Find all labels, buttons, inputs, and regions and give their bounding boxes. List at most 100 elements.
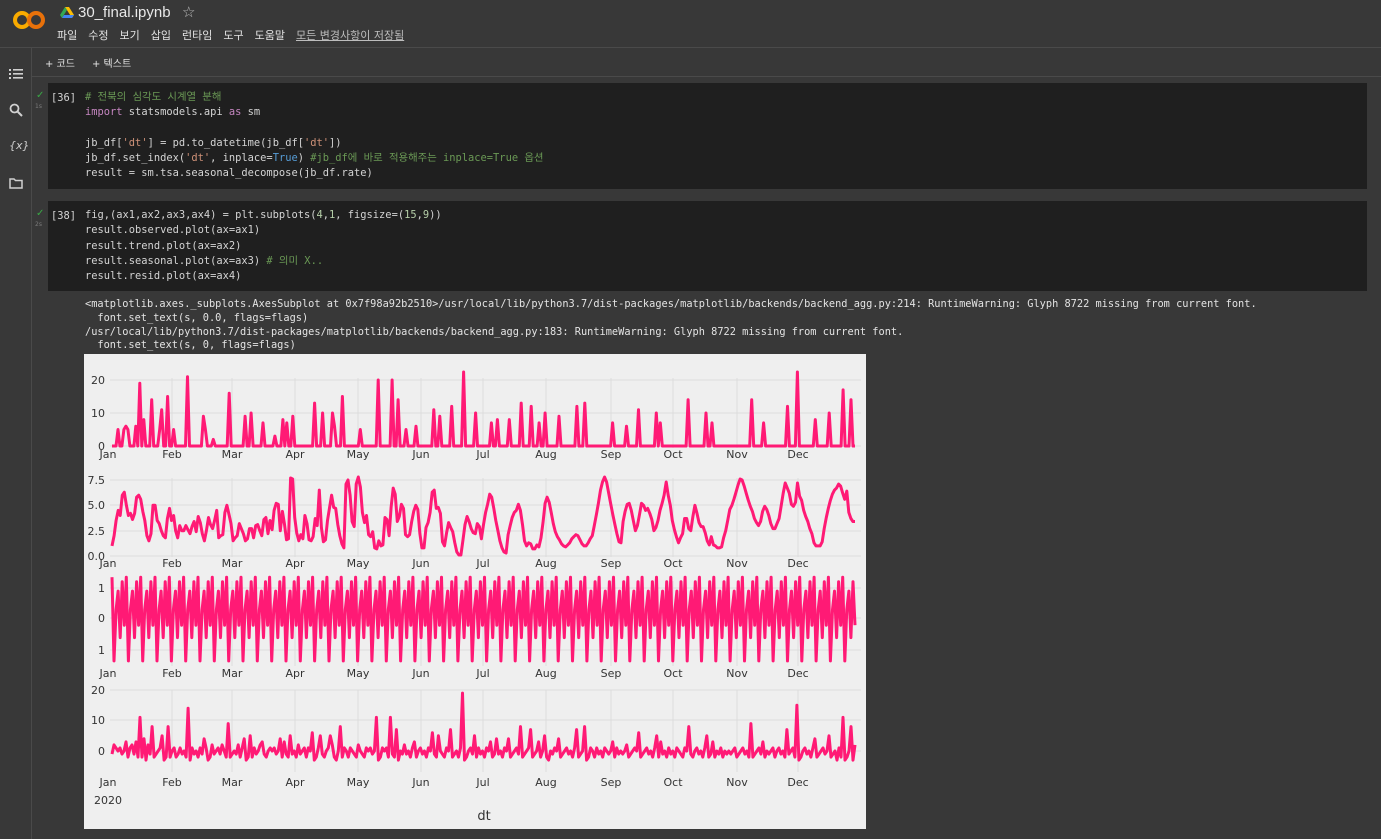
menu-edit[interactable]: 수정 [88,27,108,43]
x-year-label: 2020 [94,794,122,807]
cell-output-text: <matplotlib.axes._subplots.AxesSubplot a… [85,298,1257,353]
variables-icon[interactable]: {x} [9,139,30,153]
code-cell[interactable]: [38] fig,(ax1,ax2,ax3,ax4) = plt.subplot… [48,201,1367,291]
menu-runtime[interactable]: 런타임 [182,27,212,43]
run-status-icon: ✓ [36,208,45,219]
x-tick-label: Oct [663,448,683,461]
cell-prompt: [36] [51,92,77,104]
output-line: font.set_text(s, 0.0, flags=flags) [85,311,309,324]
x-tick-label: Oct [663,667,683,680]
code-cell[interactable]: [36] # 전북의 심각도 시계열 분해 import statsmodels… [48,83,1367,189]
x-tick-label: Apr [285,667,305,680]
decomposition-figure: 20 10 0 Jan Feb Mar Apr May Jun Jul Aug Sep Oct Nov De… [84,354,866,829]
x-tick-label: Apr [285,448,305,461]
x-tick-label: Nov [726,667,748,680]
x-tick-label: Apr [285,557,305,570]
header-bar: 30_final.ipynb ☆ 파일 수정 보기 삽입 런타임 도구 도움말 … [0,0,1381,48]
x-tick-label: May [347,667,370,680]
x-tick-label: Sep [601,667,622,680]
x-tick-label: Sep [601,776,622,789]
save-status[interactable]: 모든 변경사항이 저장됨 [296,27,404,43]
star-icon[interactable]: ☆ [182,3,195,21]
code-line: # 전북의 심각도 시계열 분해 [85,91,222,103]
code-line: result = sm.tsa.seasonal_decompose(jb_df… [85,167,373,180]
x-tick-label: Mar [222,776,243,789]
y-tick-label: 0 [98,745,105,758]
y-tick-label: 0 [98,612,105,625]
x-tick-label: Jan [99,448,117,461]
x-tick-label: Oct [663,557,683,570]
notebook-title[interactable]: 30_final.ipynb [78,4,171,21]
search-icon[interactable] [9,103,23,117]
left-sidebar: {x} [0,48,32,839]
colab-logo-icon[interactable] [12,8,46,32]
x-tick-label: Apr [285,776,305,789]
add-code-button[interactable]: + 코드 [45,55,75,70]
code-line: result.resid.plot(ax=ax4) [85,270,242,283]
x-tick-label: May [347,557,370,570]
menu-insert[interactable]: 삽입 [151,27,171,43]
exec-time: 2s [35,221,42,228]
x-tick-label: Feb [162,776,181,789]
x-tick-label: Jan [99,776,117,789]
code-line: result.trend.plot(ax=ax2) [85,239,242,252]
x-tick-label: Mar [222,557,243,570]
x-tick-label: Dec [787,776,808,789]
menu-view[interactable]: 보기 [120,27,140,43]
files-icon[interactable] [9,176,23,190]
y-tick-label: 2.5 [88,525,106,538]
x-tick-label: Jul [475,667,489,680]
cell-prompt: [38] [51,210,77,222]
code-editor[interactable]: # 전북의 심각도 시계열 분해 import statsmodels.api … [85,90,543,182]
x-tick-label: Dec [787,667,808,680]
x-tick-label: Sep [601,557,622,570]
code-line: jb_df.set_index('dt', inplace=True) #jb_… [85,152,544,165]
menu-file[interactable]: 파일 [57,27,77,43]
output-line: font.set_text(s, 0, flags=flags) [85,339,296,352]
y-tick-label: 20 [91,684,105,697]
y-tick-label: 10 [91,407,105,420]
code-line: result.seasonal.plot(ax=ax3) # 의미 X.. [85,254,324,267]
x-tick-label: Aug [535,448,556,461]
x-tick-label: Feb [162,448,181,461]
x-tick-label: Mar [222,667,243,680]
x-tick-label: Jun [411,776,429,789]
chart-svg: 20100Jan Feb Mar Apr May Jun Jul Aug Sep Oct Nov De… [88,370,861,824]
run-status-icon: ✓ [36,90,45,101]
code-line: jb_df['dt'] = pd.to_datetime(jb_df['dt']… [85,136,342,149]
x-tick-label: Feb [162,557,181,570]
x-tick-label: May [347,448,370,461]
x-tick-label: Aug [535,557,556,570]
y-tick-label: 7.5 [88,474,106,487]
x-tick-label: Jul [475,448,489,461]
x-tick-label: Aug [535,776,556,789]
x-tick-label: Jun [411,667,429,680]
x-tick-label: Jun [411,557,429,570]
add-text-button[interactable]: + 텍스트 [92,55,131,70]
x-tick-label: Jan [99,557,117,570]
x-tick-label: Nov [726,776,748,789]
x-tick-label: Oct [663,776,683,789]
google-drive-icon [60,7,74,18]
menu-help[interactable]: 도움말 [255,27,285,43]
notebook-toolbar: + 코드 + 텍스트 [32,48,1381,77]
y-tick-label: 5.0 [88,499,106,512]
code-editor[interactable]: fig,(ax1,ax2,ax3,ax4) = plt.subplots(4,1… [85,208,442,284]
x-tick-label: May [347,776,370,789]
code-line: result.observed.plot(ax=ax1) [85,224,261,237]
menu-bar: 파일 수정 보기 삽입 런타임 도구 도움말 모든 변경사항이 저장됨 [57,27,404,43]
x-tick-label: Nov [726,448,748,461]
x-tick-label: Jul [475,557,489,570]
x-tick-label: Nov [726,557,748,570]
y-tick-label: 10 [91,714,105,727]
code-line: import statsmodels.api as sm [85,106,261,119]
code-line: fig,(ax1,ax2,ax3,ax4) = plt.subplots(4,1… [85,209,442,221]
exec-time: 1s [35,103,42,110]
y-tick-label: 1 [98,582,105,595]
menu-tools[interactable]: 도구 [223,27,243,43]
x-tick-label: Jan [99,667,117,680]
output-line: <matplotlib.axes._subplots.AxesSubplot a… [85,298,1257,310]
x-tick-label: Dec [787,557,808,570]
table-of-contents-icon[interactable] [9,67,23,81]
y-tick-label: 20 [91,374,105,387]
